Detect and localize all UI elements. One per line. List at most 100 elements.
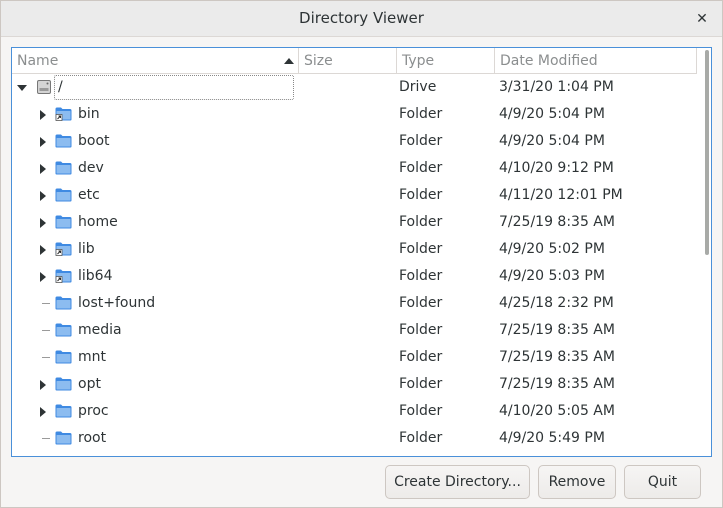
focus-indicator — [54, 75, 294, 100]
row-date: 7/25/19 8:35 AM — [499, 349, 615, 365]
row-type: Folder — [399, 268, 443, 284]
expand-arrow-icon[interactable] — [40, 110, 46, 120]
row-date: 7/25/19 8:35 AM — [499, 214, 615, 230]
row-name: opt — [78, 376, 101, 392]
row-date: 4/9/20 5:03 PM — [499, 268, 605, 284]
row-date: 4/9/20 5:04 PM — [499, 106, 605, 122]
column-header-size[interactable]: Size — [299, 48, 397, 73]
folder-icon — [55, 350, 72, 364]
row-date: 4/11/20 12:01 PM — [499, 187, 623, 203]
expand-arrow-icon[interactable] — [40, 191, 46, 201]
row-type: Folder — [399, 214, 443, 230]
tree-row-bin[interactable]: bin Folder 4/9/20 5:04 PM — [12, 101, 697, 128]
expand-arrow-icon[interactable] — [40, 137, 46, 147]
expand-arrow-icon[interactable] — [40, 272, 46, 282]
column-header-name-label: Name — [17, 53, 59, 69]
close-icon[interactable]: ✕ — [690, 7, 714, 31]
tree-row-lib[interactable]: lib Folder 4/9/20 5:02 PM — [12, 236, 697, 263]
tree-row-media[interactable]: media Folder 7/25/19 8:35 AM — [12, 317, 697, 344]
row-name: mnt — [78, 349, 106, 365]
row-name: bin — [78, 106, 100, 122]
tree-line — [42, 357, 50, 358]
expand-arrow-icon[interactable] — [40, 164, 46, 174]
row-name: lib64 — [78, 268, 113, 284]
vertical-scrollbar[interactable] — [705, 50, 709, 255]
column-header-name[interactable]: Name — [12, 48, 299, 73]
folder-icon — [55, 404, 72, 418]
tree-row-root[interactable]: / Drive 3/31/20 1:04 PM — [12, 74, 697, 101]
tree-row-dev[interactable]: dev Folder 4/10/20 9:12 PM — [12, 155, 697, 182]
drive-icon — [36, 79, 52, 95]
row-type: Folder — [399, 160, 443, 176]
collapse-arrow-icon[interactable] — [17, 85, 27, 91]
row-type: Folder — [399, 376, 443, 392]
folder-icon — [55, 215, 72, 229]
tree-line — [42, 330, 50, 331]
tree-row-root[interactable]: root Folder 4/9/20 5:49 PM — [12, 425, 697, 452]
row-type: Folder — [399, 106, 443, 122]
folder-link-icon — [55, 269, 72, 283]
row-type: Folder — [399, 241, 443, 257]
folder-icon — [55, 134, 72, 148]
row-name: / — [58, 79, 63, 95]
window-title: Directory Viewer — [299, 9, 424, 27]
tree-row-opt[interactable]: opt Folder 7/25/19 8:35 AM — [12, 371, 697, 398]
folder-link-icon — [55, 107, 72, 121]
tree-row-lib64[interactable]: lib64 Folder 4/9/20 5:03 PM — [12, 263, 697, 290]
row-date: 4/10/20 5:05 AM — [499, 403, 615, 419]
expand-arrow-icon[interactable] — [40, 407, 46, 417]
expand-arrow-icon[interactable] — [40, 245, 46, 255]
row-date: 4/9/20 5:49 PM — [499, 430, 605, 446]
quit-button[interactable]: Quit — [624, 465, 701, 499]
tree-row-home[interactable]: home Folder 7/25/19 8:35 AM — [12, 209, 697, 236]
directory-viewer-window: Directory Viewer ✕ Name Size Type Date M… — [0, 0, 723, 508]
tree-row-boot[interactable]: boot Folder 4/9/20 5:04 PM — [12, 128, 697, 155]
row-type: Folder — [399, 133, 443, 149]
sort-ascending-icon — [284, 58, 294, 64]
row-date: 7/25/19 8:35 AM — [499, 376, 615, 392]
folder-icon — [55, 188, 72, 202]
row-type: Drive — [399, 79, 437, 95]
row-name: proc — [78, 403, 109, 419]
create-directory-button[interactable]: Create Directory... — [385, 465, 530, 499]
column-header-type[interactable]: Type — [397, 48, 495, 73]
row-name: root — [78, 430, 107, 446]
row-name: lib — [78, 241, 95, 257]
row-date: 4/10/20 9:12 PM — [499, 160, 614, 176]
tree-line — [42, 438, 50, 439]
remove-button[interactable]: Remove — [538, 465, 616, 499]
row-date: 4/25/18 2:32 PM — [499, 295, 614, 311]
row-type: Folder — [399, 295, 443, 311]
tree-row-etc[interactable]: etc Folder 4/11/20 12:01 PM — [12, 182, 697, 209]
folder-icon — [55, 431, 72, 445]
tree-rows: / Drive 3/31/20 1:04 PM bin Folder 4/9/20 5:0… — [12, 74, 697, 452]
column-header-row: Name Size Type Date Modified — [12, 48, 697, 74]
row-date: 3/31/20 1:04 PM — [499, 79, 614, 95]
folder-icon — [55, 377, 72, 391]
expand-arrow-icon[interactable] — [40, 380, 46, 390]
row-type: Folder — [399, 403, 443, 419]
folder-link-icon — [55, 242, 72, 256]
column-header-date[interactable]: Date Modified — [495, 48, 697, 73]
tree-row-mnt[interactable]: mnt Folder 7/25/19 8:35 AM — [12, 344, 697, 371]
row-name: media — [78, 322, 122, 338]
row-name: boot — [78, 133, 110, 149]
row-name: etc — [78, 187, 100, 203]
tree-row-lost-found[interactable]: lost+found Folder 4/25/18 2:32 PM — [12, 290, 697, 317]
folder-icon — [55, 323, 72, 337]
row-date: 4/9/20 5:04 PM — [499, 133, 605, 149]
row-date: 4/9/20 5:02 PM — [499, 241, 605, 257]
tree-row-proc[interactable]: proc Folder 4/10/20 5:05 AM — [12, 398, 697, 425]
directory-tree[interactable]: Name Size Type Date Modified / Drive 3/31/… — [11, 47, 712, 457]
titlebar[interactable]: Directory Viewer ✕ — [1, 1, 722, 37]
folder-icon — [55, 161, 72, 175]
expand-arrow-icon[interactable] — [40, 218, 46, 228]
row-date: 7/25/19 8:35 AM — [499, 322, 615, 338]
row-type: Folder — [399, 322, 443, 338]
row-name: lost+found — [78, 295, 156, 311]
row-type: Folder — [399, 187, 443, 203]
folder-icon — [55, 296, 72, 310]
row-name: home — [78, 214, 118, 230]
row-type: Folder — [399, 349, 443, 365]
row-type: Folder — [399, 430, 443, 446]
